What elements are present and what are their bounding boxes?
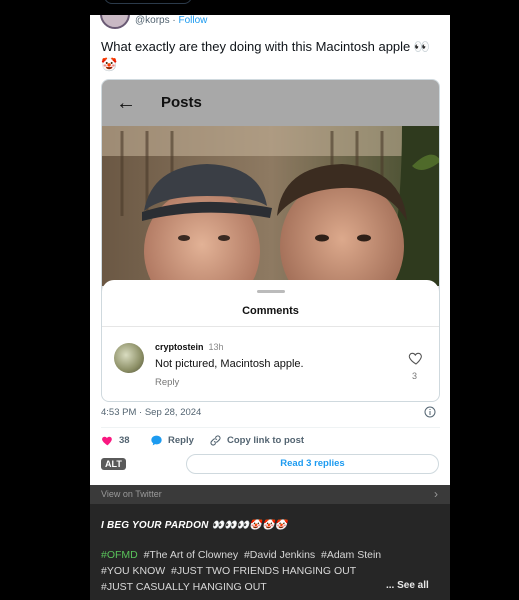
user-avatar[interactable] — [100, 15, 130, 29]
commenter-avatar[interactable] — [114, 343, 144, 373]
view-on-twitter-bar[interactable]: View on Twitter › — [90, 485, 450, 504]
back-arrow-icon: ← — [116, 92, 136, 114]
reply-bubble-icon — [151, 435, 162, 446]
comment-header: cryptostein 13h — [155, 342, 224, 352]
see-all-link[interactable]: ... See all — [386, 580, 429, 591]
copy-link-button[interactable]: Copy link to post — [209, 434, 304, 447]
sheet-divider — [102, 326, 439, 327]
chevron-right-icon: › — [434, 487, 438, 501]
comment-reply-button[interactable]: Reply — [155, 377, 179, 388]
heart-icon — [102, 436, 112, 446]
sheet-drag-handle[interactable] — [257, 290, 285, 293]
reply-label: Reply — [168, 435, 194, 446]
divider — [101, 427, 440, 428]
reply-button[interactable]: Reply — [150, 434, 194, 447]
comments-title: Comments — [242, 305, 299, 317]
view-on-twitter-label: View on Twitter — [101, 489, 162, 499]
embedded-screenshot[interactable]: ← Posts Comments cryptostein 13h Not pic… — [101, 79, 440, 402]
tweet-card: @korps · Follow What exactly are they do… — [90, 15, 450, 485]
post-caption-panel: I BEG YOUR PARDON 👀👀👀🤡🤡🤡 #OFMD #The Art … — [90, 504, 450, 600]
like-count: 38 — [119, 435, 130, 446]
read-replies-button[interactable]: Read 3 replies — [186, 454, 439, 474]
handle-row: @korps · Follow — [135, 15, 207, 26]
photo — [102, 126, 439, 286]
tags-rest[interactable]: #The Art of Clowney #David Jenkins #Adam… — [138, 549, 382, 561]
tweet-text: What exactly are they doing with this Ma… — [101, 39, 431, 72]
comments-sheet: Comments cryptostein 13h Not pictured, Ma… — [102, 280, 439, 401]
photo-illustration — [102, 126, 439, 286]
copy-link-label: Copy link to post — [227, 435, 305, 446]
tags-line-2[interactable]: #YOU KNOW #JUST TWO FRIENDS HANGING OUT — [101, 563, 441, 579]
commenter-username[interactable]: cryptostein — [155, 342, 204, 352]
alt-badge[interactable]: ALT — [101, 458, 126, 470]
posts-title: Posts — [161, 94, 202, 111]
comment-heart-icon[interactable] — [408, 350, 424, 366]
like-button[interactable]: 38 — [101, 434, 130, 447]
comment-text: Not pictured, Macintosh apple. — [155, 358, 304, 370]
tag-ofmd[interactable]: #OFMD — [101, 549, 138, 561]
caption-text: I BEG YOUR PARDON 👀👀👀🤡🤡🤡 — [101, 520, 288, 531]
separator: · — [169, 15, 179, 26]
link-icon — [210, 435, 221, 446]
comment-like-count: 3 — [412, 371, 418, 381]
tags-line-1: #OFMD #The Art of Clowney #David Jenkins… — [101, 547, 441, 563]
follow-link[interactable]: Follow — [179, 15, 208, 26]
posts-header: ← Posts — [102, 80, 439, 126]
tweet-actions: 38 Reply Copy link to post — [101, 434, 440, 450]
info-icon[interactable] — [424, 406, 436, 418]
comment-time: 13h — [208, 342, 224, 352]
tweet-timestamp[interactable]: 4:53 PM · Sep 28, 2024 — [101, 407, 201, 418]
top-pill-button[interactable] — [104, 0, 192, 4]
user-handle[interactable]: @korps — [135, 15, 170, 26]
